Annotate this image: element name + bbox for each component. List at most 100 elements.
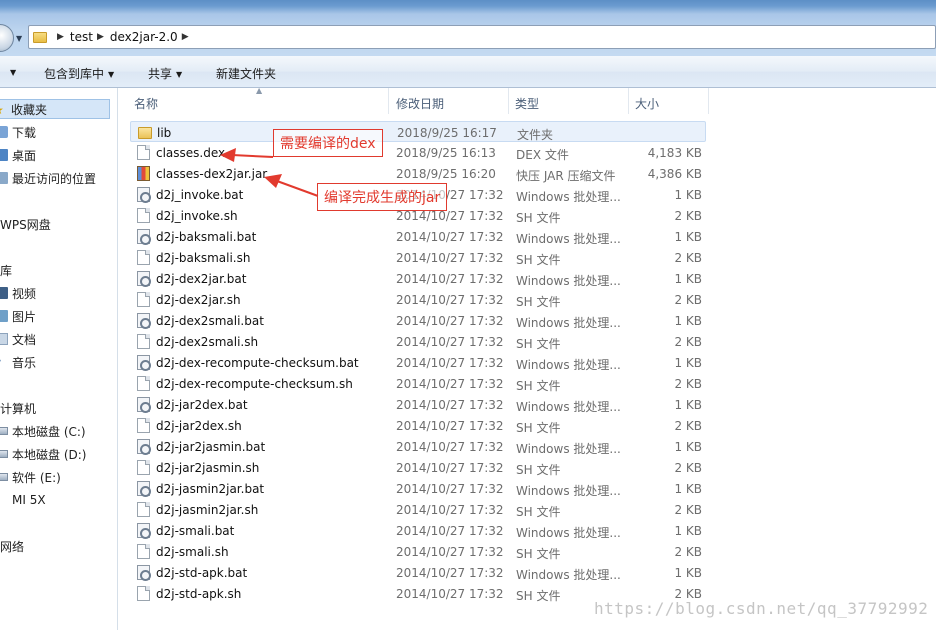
sidebar-item-label: MI 5X	[12, 493, 46, 507]
recent-pages-dropdown-icon[interactable]: ▼	[16, 34, 24, 43]
file-size: 1 KB	[674, 230, 702, 244]
breadcrumb-dex2jar[interactable]: dex2jar-2.0	[110, 30, 178, 44]
file-icon	[137, 334, 150, 349]
file-row[interactable]: d2j-dex-recompute-checksum.bat 2014/10/27…	[130, 352, 706, 373]
file-modified: 2014/10/27 17:32	[396, 293, 504, 307]
file-name: d2j-dex2smali.sh	[156, 335, 259, 349]
file-row[interactable]: d2j-jar2jasmin.bat 2014/10/27 17:32 Window…	[130, 436, 706, 457]
file-type: Windows 批处理...	[516, 190, 621, 204]
file-row[interactable]: d2j-dex2jar.sh 2014/10/27 17:32 SH 文件 2 KB	[130, 289, 706, 310]
sidebar-item-mi5x[interactable]: MI 5X	[0, 490, 46, 510]
sidebar-item-label: 最近访问的位置	[12, 171, 97, 186]
file-row[interactable]: classes.dex 2018/9/25 16:13 DEX 文件 4,183 KB	[130, 142, 706, 163]
sidebar-item-favorites[interactable]: ★ 收藏夹	[0, 99, 110, 119]
column-divider[interactable]	[508, 88, 509, 114]
file-row[interactable]: d2j-dex2jar.bat 2014/10/27 17:32 Windows 批…	[130, 268, 706, 289]
include-in-library-label: 包含到库中	[44, 67, 105, 81]
file-name: d2j-jar2dex.sh	[156, 419, 242, 433]
sidebar-item-drive-d[interactable]: 本地磁盘 (D:)	[0, 444, 86, 464]
file-row[interactable]: d2j-jar2jasmin.sh 2014/10/27 17:32 SH 文件 2 …	[130, 457, 706, 478]
file-name: d2j-dex-recompute-checksum.bat	[156, 356, 359, 370]
address-bar[interactable]: ▶ test ▶ dex2jar-2.0 ▶	[28, 25, 936, 49]
column-header-name[interactable]: 名称	[134, 95, 158, 112]
address-bar-area: ▼ ▶ test ▶ dex2jar-2.0 ▶	[0, 0, 936, 56]
sidebar-item-downloads[interactable]: 下载	[0, 122, 36, 142]
include-in-library-button[interactable]: 包含到库中 ▼	[44, 65, 114, 82]
file-row[interactable]: d2j-baksmali.bat 2014/10/27 17:32 Windows …	[130, 226, 706, 247]
file-modified: 2018/9/25 16:20	[396, 167, 496, 181]
file-size: 2 KB	[674, 209, 702, 223]
file-row[interactable]: d2j-dex2smali.bat 2014/10/27 17:32 Windows…	[130, 310, 706, 331]
file-row[interactable]: d2j-jar2dex.sh 2014/10/27 17:32 SH 文件 2 KB	[130, 415, 706, 436]
sidebar-item-computer[interactable]: 计算机	[0, 398, 36, 418]
chevron-right-icon[interactable]: ▶	[57, 32, 64, 42]
file-row[interactable]: lib 2018/9/25 16:17 文件夹	[130, 121, 706, 142]
sidebar-item-label: 收藏夹	[11, 102, 48, 117]
column-header-size[interactable]: 大小	[635, 95, 659, 112]
column-divider[interactable]	[628, 88, 629, 114]
file-name: d2j-jar2jasmin.bat	[156, 440, 266, 454]
folder-icon	[33, 31, 47, 43]
sidebar-item-label: 文档	[12, 332, 37, 347]
sidebar-item-drive-e[interactable]: 软件 (E:)	[0, 467, 61, 487]
sidebar-item-wps-drive[interactable]: WPS网盘	[0, 214, 51, 234]
file-size: 2 KB	[674, 251, 702, 265]
file-name: d2j-jar2dex.bat	[156, 398, 248, 412]
file-type: SH 文件	[516, 547, 561, 561]
batch-file-icon	[137, 313, 151, 329]
folder-icon	[138, 127, 152, 139]
file-row[interactable]: d2j-baksmali.sh 2014/10/27 17:32 SH 文件 2 KB	[130, 247, 706, 268]
file-row[interactable]: d2j-std-apk.bat 2014/10/27 17:32 Windows 批…	[130, 562, 706, 583]
sidebar-item-label: 桌面	[12, 148, 37, 163]
file-name: classes-dex2jar.jar	[156, 167, 268, 181]
file-row[interactable]: d2j-dex2smali.sh 2014/10/27 17:32 SH 文件 2 K…	[130, 331, 706, 352]
batch-file-icon	[137, 271, 151, 287]
sidebar-item-drive-c[interactable]: 本地磁盘 (C:)	[0, 421, 86, 441]
batch-file-icon	[137, 187, 151, 203]
new-folder-button[interactable]: 新建文件夹	[216, 65, 276, 82]
breadcrumb-test[interactable]: test	[70, 30, 93, 44]
file-row[interactable]: d2j-smali.sh 2014/10/27 17:32 SH 文件 2 KB	[130, 541, 706, 562]
column-divider[interactable]	[708, 88, 709, 114]
sort-ascending-icon: ▲	[256, 86, 263, 95]
column-header-row: ▲ 名称 修改日期 类型 大小	[118, 86, 936, 114]
chevron-right-icon[interactable]: ▶	[182, 32, 189, 42]
sidebar-item-network[interactable]: 网络	[0, 536, 24, 556]
column-header-type[interactable]: 类型	[515, 95, 539, 112]
file-modified: 2014/10/27 17:32	[396, 272, 504, 286]
file-name: d2j-dex2jar.sh	[156, 293, 241, 307]
chevron-right-icon[interactable]: ▶	[97, 32, 104, 42]
file-row[interactable]: classes-dex2jar.jar 2018/9/25 16:20 快压 JAR…	[130, 163, 706, 184]
file-row[interactable]: d2j-jasmin2jar.sh 2014/10/27 17:32 SH 文件 2 …	[130, 499, 706, 520]
column-divider[interactable]	[388, 88, 389, 114]
file-type: SH 文件	[516, 337, 561, 351]
file-name: d2j-dex2smali.bat	[156, 314, 264, 328]
sidebar-item-videos[interactable]: 视频	[0, 283, 36, 303]
desktop-icon	[0, 149, 8, 161]
file-row[interactable]: d2j-jar2dex.bat 2014/10/27 17:32 Windows 批…	[130, 394, 706, 415]
file-row[interactable]: d2j-smali.bat 2014/10/27 17:32 Windows 批处理…	[130, 520, 706, 541]
file-type: Windows 批处理...	[516, 232, 621, 246]
sidebar-item-libraries[interactable]: 库	[0, 260, 12, 280]
file-size: 2 KB	[674, 377, 702, 391]
file-type: Windows 批处理...	[516, 484, 621, 498]
batch-file-icon	[137, 565, 151, 581]
share-button[interactable]: 共享 ▼	[148, 65, 182, 82]
file-type: DEX 文件	[516, 148, 569, 162]
batch-file-icon	[137, 229, 151, 245]
file-row[interactable]: d2j-dex-recompute-checksum.sh 2014/10/27 …	[130, 373, 706, 394]
sidebar-item-recent[interactable]: 最近访问的位置	[0, 168, 96, 188]
file-modified: 2014/10/27 17:32	[396, 461, 504, 475]
organize-caret-icon[interactable]: ▼	[6, 65, 16, 79]
sidebar-item-music[interactable]: ♪ 音乐	[0, 352, 36, 372]
annotation-dex-note: 需要编译的dex	[273, 129, 383, 157]
file-size: 2 KB	[674, 293, 702, 307]
sidebar-item-pictures[interactable]: 图片	[0, 306, 36, 326]
sidebar-item-documents[interactable]: 文档	[0, 329, 36, 349]
file-row[interactable]: d2j-jasmin2jar.bat 2014/10/27 17:32 Window…	[130, 478, 706, 499]
column-header-modified[interactable]: 修改日期	[396, 95, 444, 112]
sidebar-item-desktop[interactable]: 桌面	[0, 145, 36, 165]
file-modified: 2014/10/27 17:32	[396, 587, 504, 601]
download-folder-icon	[0, 126, 8, 138]
back-button[interactable]	[0, 24, 14, 52]
